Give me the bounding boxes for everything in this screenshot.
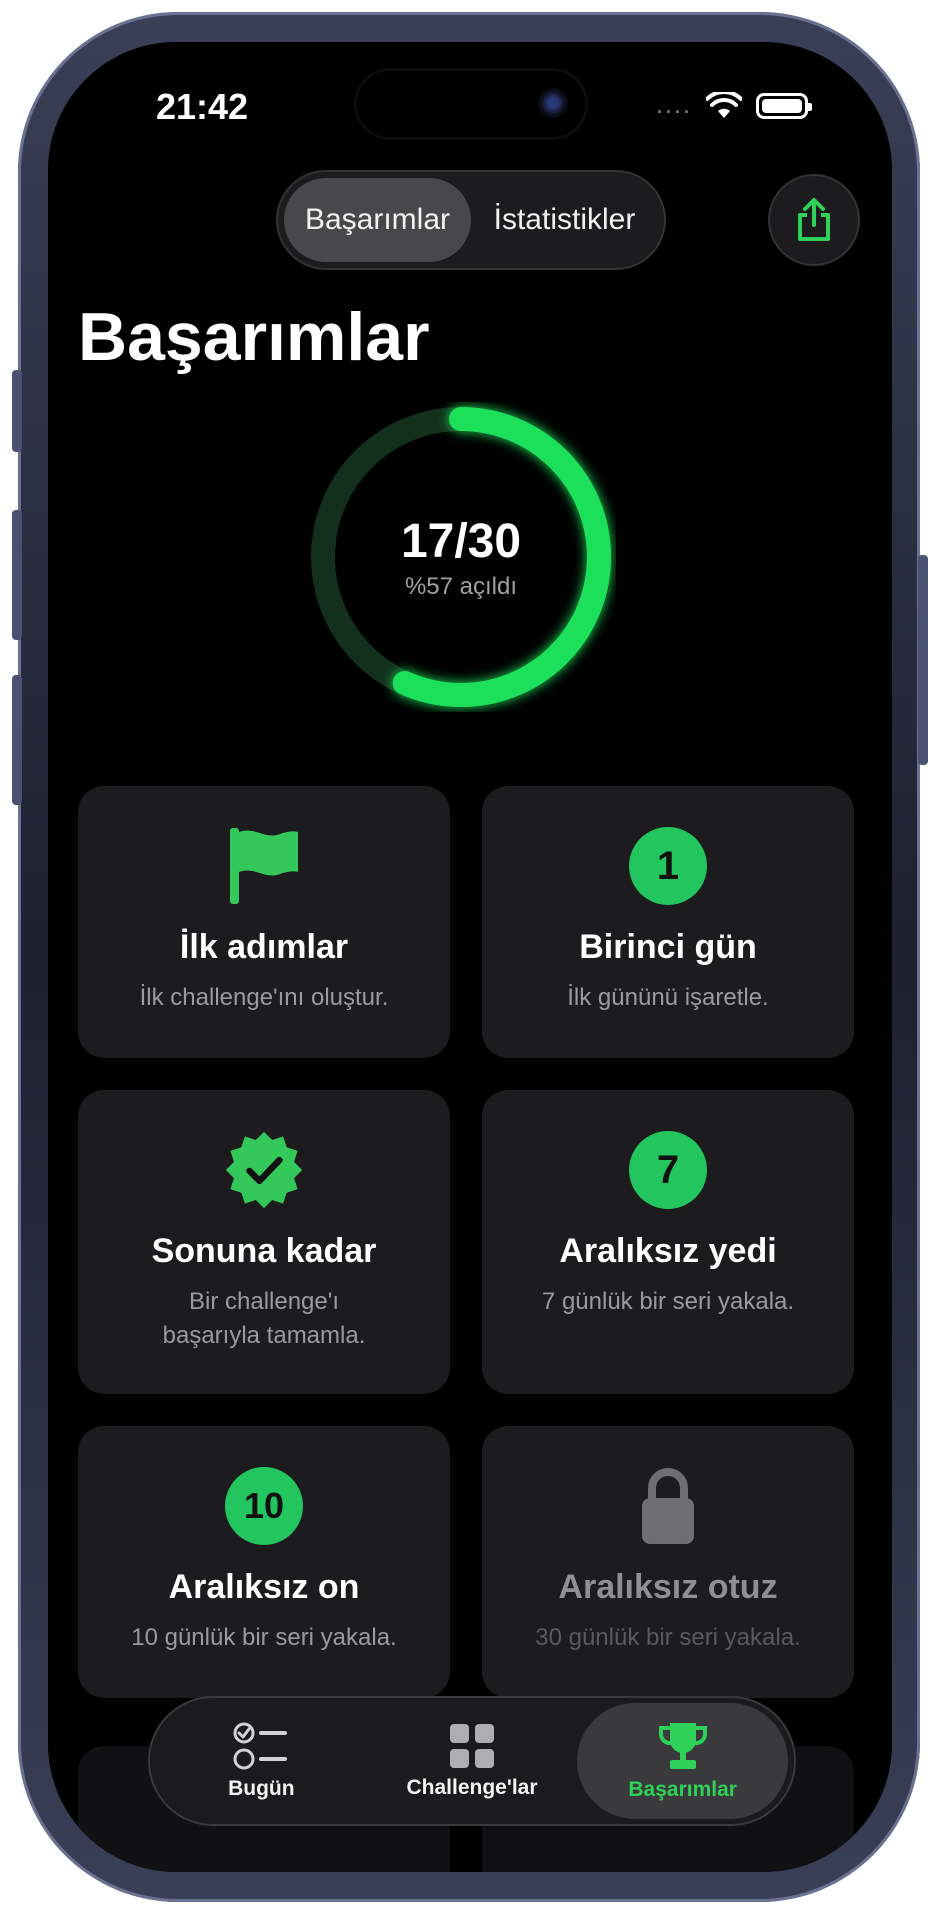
share-button[interactable] bbox=[768, 174, 860, 266]
achievement-card-birinci-gun[interactable]: 1 Birinci gün İlk gününü işaretle. bbox=[482, 786, 854, 1058]
front-camera bbox=[538, 88, 568, 118]
progress-ring-text: 17/30 %57 açıldı bbox=[306, 402, 616, 712]
achievement-title: Aralıksız on bbox=[168, 1568, 360, 1606]
achievement-icon-wrap bbox=[224, 1130, 304, 1210]
tab-label: Challenge'lar bbox=[406, 1776, 538, 1799]
progress-percent: %57 açıldı bbox=[404, 572, 518, 600]
number-badge-icon: 10 bbox=[225, 1467, 303, 1545]
tab-bugun[interactable]: Bugün bbox=[156, 1703, 367, 1819]
progress-count: 17/30 bbox=[400, 514, 522, 568]
achievement-desc: İlk challenge'ını oluştur. bbox=[139, 984, 389, 1011]
number-badge-icon: 7 bbox=[629, 1131, 707, 1209]
achievement-card-ilk-adimlar[interactable]: İlk adımlar İlk challenge'ını oluştur. bbox=[78, 786, 450, 1058]
tab-basarimlar[interactable]: Başarımlar bbox=[577, 1703, 789, 1819]
tab-label: Başarımlar bbox=[628, 1778, 737, 1801]
achievement-icon-wrap: 1 bbox=[628, 826, 708, 906]
signal-dots: .... bbox=[656, 93, 692, 119]
volume-up-button bbox=[12, 510, 22, 640]
achievement-desc: 30 günlük bir seri yakala. bbox=[535, 1624, 801, 1651]
action-button bbox=[12, 370, 22, 452]
number-badge-icon: 1 bbox=[629, 827, 707, 905]
battery-level bbox=[762, 99, 802, 113]
achievement-title: Sonuna kadar bbox=[151, 1232, 377, 1270]
phone-screen: 21:42 .... Başarımlar İstatistikler Başa… bbox=[48, 42, 892, 1872]
volume-down-button bbox=[12, 675, 22, 805]
status-time: 21:42 bbox=[156, 86, 249, 127]
page-title: Başarımlar bbox=[78, 299, 430, 375]
status-icons: .... bbox=[656, 92, 812, 120]
achievement-desc: 7 günlük bir seri yakala. bbox=[541, 1288, 795, 1315]
achievement-desc: 10 günlük bir seri yakala. bbox=[131, 1624, 397, 1651]
achievement-title: İlk adımlar bbox=[179, 928, 349, 966]
wifi-icon bbox=[706, 92, 742, 118]
battery-icon bbox=[756, 93, 812, 119]
tab-challengelar[interactable]: Challenge'lar bbox=[367, 1703, 578, 1819]
grid-icon bbox=[450, 1724, 494, 1768]
trophy-icon bbox=[658, 1723, 707, 1769]
checkmark-seal-icon bbox=[225, 1131, 303, 1209]
achievement-card-araliksiz-yedi[interactable]: 7 Aralıksız yedi 7 günlük bir seri yakal… bbox=[482, 1090, 854, 1394]
achievement-title: Aralıksız otuz bbox=[558, 1568, 778, 1606]
tab-label: Bugün bbox=[228, 1777, 295, 1800]
tab-bar: Bugün Challenge'lar Başarımlar bbox=[148, 1696, 796, 1826]
segmented-control: Başarımlar İstatistikler bbox=[276, 170, 666, 270]
lock-icon bbox=[642, 1468, 694, 1544]
achievement-icon-wrap: 10 bbox=[224, 1466, 304, 1546]
achievement-icon-wrap bbox=[224, 826, 304, 906]
segment-istatistikler[interactable]: İstatistikler bbox=[471, 178, 658, 262]
achievement-desc: Bir challenge'ı başarıyla tamamla. bbox=[162, 1288, 366, 1349]
achievement-card-araliksiz-otuz[interactable]: Aralıksız otuz 30 günlük bir seri yakala… bbox=[482, 1426, 854, 1698]
achievement-icon-wrap: 7 bbox=[628, 1130, 708, 1210]
segment-basarimlar[interactable]: Başarımlar bbox=[284, 178, 471, 262]
share-icon bbox=[798, 198, 830, 241]
achievement-title: Aralıksız yedi bbox=[559, 1232, 777, 1270]
flag-icon bbox=[230, 828, 298, 904]
achievement-card-sonuna-kadar[interactable]: Sonuna kadar Bir challenge'ı başarıyla t… bbox=[78, 1090, 450, 1394]
achievement-card-araliksiz-on[interactable]: 10 Aralıksız on 10 günlük bir seri yakal… bbox=[78, 1426, 450, 1698]
achievement-desc: İlk gününü işaretle. bbox=[567, 984, 769, 1011]
power-button bbox=[918, 555, 928, 765]
achievement-title: Birinci gün bbox=[579, 928, 757, 966]
achievement-icon-wrap bbox=[628, 1466, 708, 1546]
checklist-icon bbox=[233, 1722, 288, 1770]
